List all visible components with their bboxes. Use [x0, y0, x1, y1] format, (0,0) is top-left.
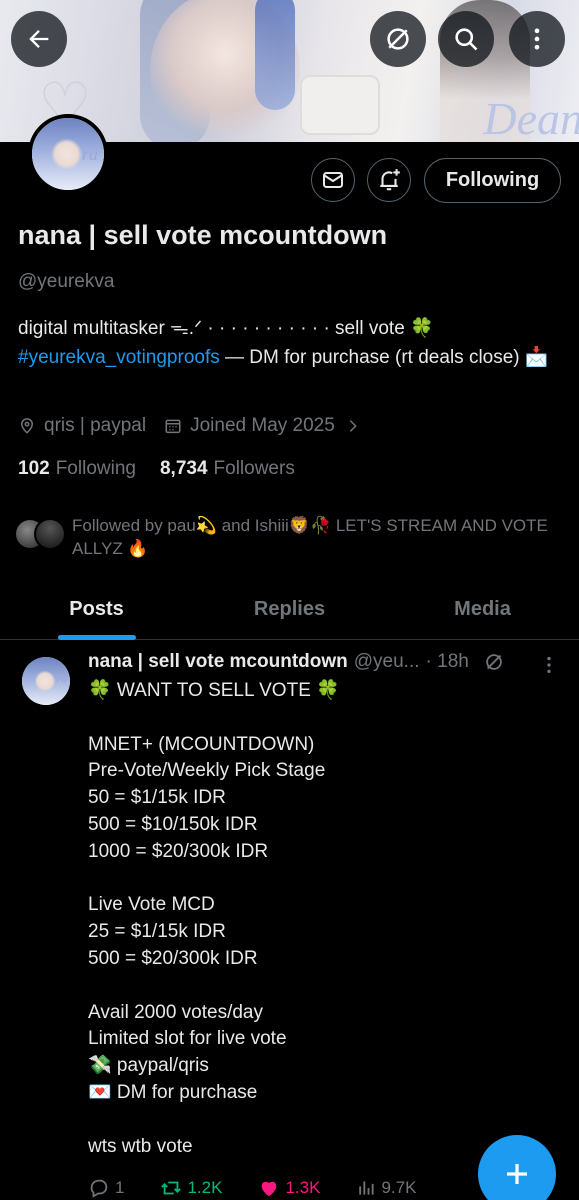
- banner-handbag: [300, 75, 380, 135]
- repost-button[interactable]: 1.2K: [160, 1176, 222, 1200]
- plus-icon: [507, 1164, 527, 1184]
- profile-handle: @yeurekva: [18, 271, 115, 292]
- views-chart-icon: [359, 1181, 375, 1195]
- bell-plus-icon: [380, 169, 400, 191]
- followed-by-avatars: [14, 514, 70, 550]
- bio-hashtag-link[interactable]: #yeurekva_votingproofs: [18, 347, 220, 368]
- post-actions: 1 1.2K 1.3K 9.7K: [88, 1176, 488, 1200]
- reply-icon: [90, 1179, 108, 1198]
- avatar-text: ra: [81, 144, 98, 164]
- repost-count: 1.2K: [187, 1178, 223, 1197]
- post-avatar-text: ra: [56, 671, 67, 685]
- following-stat[interactable]: 102 Following: [18, 458, 136, 480]
- views-button[interactable]: 9.7K: [356, 1176, 416, 1200]
- repost-icon: [161, 1181, 182, 1195]
- followers-count: 8,734: [159, 458, 208, 479]
- like-count: 1.3K: [285, 1178, 321, 1197]
- profile-tabs: Posts Replies Media: [0, 580, 579, 640]
- followers-stat[interactable]: 8,734 Followers: [160, 458, 295, 480]
- search-button[interactable]: [438, 11, 494, 67]
- location-pin-icon: [20, 418, 34, 434]
- tab-posts[interactable]: Posts: [0, 580, 193, 639]
- following-label: Following: [55, 458, 136, 479]
- like-button[interactable]: 1.3K: [258, 1176, 320, 1200]
- location-text: qris | paypal: [44, 415, 147, 436]
- post-author-name[interactable]: nana | sell vote mcountdown: [88, 651, 348, 673]
- reply-count: 1: [115, 1178, 125, 1197]
- post-author-handle: @yeu...: [353, 651, 420, 672]
- bio-text: — DM for purchase (rt deals close) 📩: [219, 347, 549, 368]
- more-vertical-icon: [534, 28, 540, 50]
- post-more-icon[interactable]: [538, 654, 560, 676]
- bio-line: digital multitasker ᯓ.ᐟ · · · · · · · · …: [18, 318, 434, 339]
- reply-button[interactable]: 1: [88, 1176, 124, 1200]
- followed-by-row[interactable]: Followed by pau💫 and Ishiii🦁🥀 LET'S STRE…: [14, 514, 564, 560]
- following-count: 102: [18, 458, 50, 479]
- mutual-avatar: [34, 518, 66, 550]
- chevron-right-icon: [349, 420, 357, 432]
- mail-icon: [323, 172, 343, 188]
- search-icon: [455, 28, 478, 51]
- banner-watermark: Dean: [483, 93, 579, 142]
- views-count: 9.7K: [381, 1178, 417, 1197]
- profile-meta: qris | paypal Joined May 2025: [18, 415, 387, 437]
- joined-text: Joined May 2025: [190, 415, 335, 436]
- followed-by-text: Followed by pau💫 and Ishiii🦁🥀 LET'S STRE…: [72, 516, 548, 558]
- muted-circle-icon: [387, 28, 409, 50]
- post-text[interactable]: 🍀 WANT TO SELL VOTE 🍀 MNET+ (MCOUNTDOWN)…: [88, 678, 558, 1160]
- follow-stats: 102 Following 8,734 Followers: [18, 458, 319, 480]
- banner-figure-hair-accent: [255, 0, 295, 110]
- back-button[interactable]: [11, 11, 67, 67]
- back-arrow-icon: [29, 30, 49, 48]
- calendar-icon: [165, 419, 181, 434]
- more-button[interactable]: [509, 11, 565, 67]
- profile-avatar[interactable]: ra: [28, 114, 108, 194]
- unmute-button[interactable]: [370, 11, 426, 67]
- profile-bio: digital multitasker ᯓ.ᐟ · · · · · · · · …: [18, 314, 563, 372]
- post-header: nana | sell vote mcountdown @yeu... · 18…: [88, 651, 528, 673]
- tab-media[interactable]: Media: [386, 580, 579, 639]
- following-button[interactable]: Following: [424, 158, 561, 203]
- followers-label: Followers: [213, 458, 295, 479]
- joined-item[interactable]: Joined May 2025: [164, 415, 369, 437]
- tab-replies[interactable]: Replies: [193, 580, 386, 639]
- post-time: · 18h: [425, 651, 469, 672]
- message-button[interactable]: [311, 158, 355, 202]
- muted-circle-icon[interactable]: [483, 651, 505, 673]
- post-avatar[interactable]: ra: [22, 657, 70, 705]
- profile-name: nana | sell vote mcountdown: [18, 220, 388, 250]
- location-item: qris | paypal: [18, 415, 146, 437]
- heart-icon: [262, 1181, 277, 1197]
- notifications-button[interactable]: [367, 158, 411, 202]
